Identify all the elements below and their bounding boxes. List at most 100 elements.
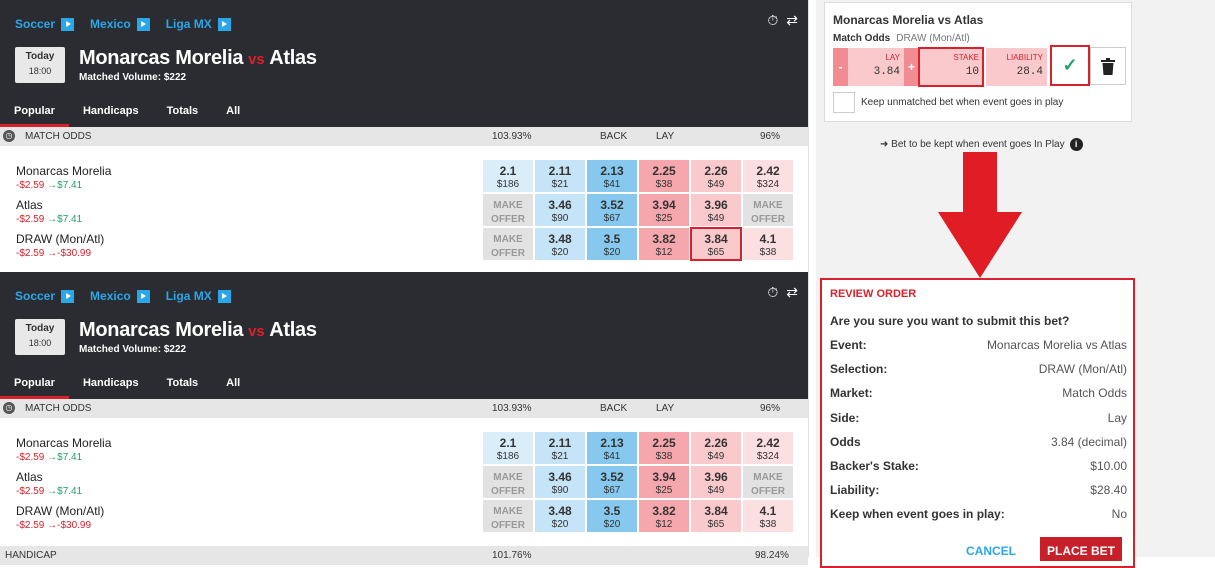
tab-totals[interactable]: Totals bbox=[153, 104, 213, 127]
lay-odds-cell[interactable]: 2.25 $38 bbox=[639, 160, 689, 192]
odds-price: 3.94 bbox=[652, 470, 676, 484]
offer-label: OFFER bbox=[491, 214, 525, 225]
keep-unmatched-checkbox[interactable] bbox=[833, 92, 855, 113]
odds-size: $65 bbox=[707, 519, 725, 530]
lay-odds-cell[interactable]: 3.82 $12 bbox=[639, 500, 689, 532]
runner-name: Monarcas Morelia bbox=[16, 164, 112, 178]
back-odds-cell[interactable]: 2.13 $41 bbox=[587, 160, 637, 192]
odds-size: $21 bbox=[551, 179, 569, 190]
odds-size: $41 bbox=[603, 179, 621, 190]
lay-odds-cell[interactable]: 3.84 $65 bbox=[691, 500, 741, 532]
panel-divider bbox=[808, 0, 809, 557]
make-offer-button[interactable]: MAKE OFFER bbox=[483, 466, 533, 498]
tab-totals[interactable]: Totals bbox=[153, 376, 213, 399]
make-offer-button[interactable]: MAKE OFFER bbox=[483, 194, 533, 226]
back-odds-cell[interactable]: 3.5 $20 bbox=[587, 228, 637, 260]
odds-increase-button[interactable]: + bbox=[904, 48, 919, 86]
stopwatch-icon[interactable]: ⏱ bbox=[767, 12, 778, 29]
keep-unmatched-label: Keep unmatched bet when event goes in pl… bbox=[861, 97, 1064, 108]
lay-odds-cell[interactable]: 3.94 $25 bbox=[639, 466, 689, 498]
review-row: Event: Monarcas Morelia vs Atlas bbox=[830, 338, 1127, 352]
info-icon[interactable]: i bbox=[1069, 138, 1083, 151]
vs-label: vs bbox=[248, 323, 265, 340]
breadcrumb-league[interactable]: Liga MX bbox=[166, 17, 231, 31]
lay-odds-cell[interactable]: 2.26 $49 bbox=[691, 160, 741, 192]
back-odds-cell[interactable]: 2.11 $21 bbox=[535, 432, 585, 464]
market-tabs: Popular Handicaps Totals All bbox=[0, 376, 254, 399]
odds-size: $324 bbox=[756, 179, 780, 190]
back-odds-cell[interactable]: 2.1 $186 bbox=[483, 432, 533, 464]
tab-handicaps[interactable]: Handicaps bbox=[69, 376, 153, 399]
lay-odds-cell[interactable]: 3.84 $65 bbox=[690, 227, 742, 261]
breadcrumb-sport[interactable]: Soccer bbox=[15, 289, 75, 303]
breadcrumb: Soccer Mexico Liga MX bbox=[15, 17, 231, 31]
delete-button[interactable] bbox=[1090, 47, 1126, 85]
odds-price: 2.25 bbox=[652, 436, 676, 450]
odds-price: 3.96 bbox=[704, 198, 728, 212]
lay-odds-cell[interactable]: 2.42 $324 bbox=[743, 432, 793, 464]
lay-odds-cell[interactable]: 2.25 $38 bbox=[639, 432, 689, 464]
odds-price: 2.1 bbox=[499, 164, 517, 178]
lay-odds-cell[interactable]: 3.94 $25 bbox=[639, 194, 689, 226]
breadcrumb-country[interactable]: Mexico bbox=[90, 289, 150, 303]
breadcrumb-league[interactable]: Liga MX bbox=[166, 289, 231, 303]
swap-icon[interactable]: ⇄ bbox=[786, 284, 798, 301]
back-odds-cell[interactable]: 2.1 $186 bbox=[483, 160, 533, 192]
lay-odds-field[interactable]: LAY 3.84 bbox=[848, 48, 904, 86]
tab-handicaps[interactable]: Handicaps bbox=[69, 104, 153, 127]
stopwatch-icon[interactable]: ⏱ bbox=[767, 284, 778, 301]
make-offer-button[interactable]: MAKE OFFER bbox=[483, 500, 533, 532]
back-odds-cell[interactable]: 3.5 $20 bbox=[587, 500, 637, 532]
vs-label: vs bbox=[248, 51, 265, 68]
odds-price: 4.1 bbox=[759, 504, 777, 518]
swap-icon[interactable]: ⇄ bbox=[786, 12, 798, 29]
review-row: Keep when event goes in play: No bbox=[830, 507, 1127, 521]
tab-all[interactable]: All bbox=[212, 104, 254, 127]
odds-size: $324 bbox=[756, 451, 780, 462]
stake-field[interactable]: STAKE 10 bbox=[918, 47, 984, 87]
make-offer-button[interactable]: MAKE OFFER bbox=[743, 194, 793, 226]
lay-percentage: 96% bbox=[760, 403, 781, 414]
tab-popular[interactable]: Popular bbox=[0, 104, 69, 127]
make-offer-button[interactable]: MAKE OFFER bbox=[743, 466, 793, 498]
make-offer-button[interactable]: MAKE OFFER bbox=[483, 228, 533, 260]
odds-decrease-button[interactable]: - bbox=[833, 48, 848, 86]
trash-icon bbox=[1101, 57, 1115, 75]
back-odds-cell[interactable]: 3.48 $20 bbox=[535, 500, 585, 532]
offer-label: OFFER bbox=[491, 248, 525, 259]
runner-row: Atlas -$2.59 →$7.41 bbox=[16, 198, 82, 225]
back-odds-cell[interactable]: 2.11 $21 bbox=[535, 160, 585, 192]
odds-size: $12 bbox=[655, 247, 673, 258]
tab-all[interactable]: All bbox=[212, 376, 254, 399]
lay-odds-cell[interactable]: 4.1 $38 bbox=[743, 228, 793, 260]
stopwatch-icon: ◷ bbox=[3, 402, 15, 414]
place-bet-button[interactable]: PLACE BET bbox=[1040, 537, 1122, 561]
confirm-check-button[interactable]: ✓ bbox=[1050, 45, 1090, 86]
breadcrumb-sport[interactable]: Soccer bbox=[15, 17, 75, 31]
lay-odds-cell[interactable]: 3.82 $12 bbox=[639, 228, 689, 260]
lay-odds-cell[interactable]: 3.96 $49 bbox=[691, 194, 741, 226]
back-odds-cell[interactable]: 3.46 $90 bbox=[535, 466, 585, 498]
tab-popular[interactable]: Popular bbox=[0, 376, 69, 399]
play-icon bbox=[61, 17, 75, 31]
profit-loss: -$2.59 →-$30.99 bbox=[16, 248, 92, 259]
odds-price: 2.11 bbox=[548, 436, 572, 450]
cancel-button[interactable]: CANCEL bbox=[947, 537, 1035, 561]
back-odds-cell[interactable]: 2.13 $41 bbox=[587, 432, 637, 464]
lay-odds-cell[interactable]: 4.1 $38 bbox=[743, 500, 793, 532]
breadcrumb-country[interactable]: Mexico bbox=[90, 17, 150, 31]
runner-row: DRAW (Mon/Atl) -$2.59 →-$30.99 bbox=[16, 232, 104, 259]
back-odds-cell[interactable]: 3.46 $90 bbox=[535, 194, 585, 226]
lay-odds-cell[interactable]: 2.26 $49 bbox=[691, 432, 741, 464]
runner-name: Atlas bbox=[16, 198, 43, 212]
back-odds-cell[interactable]: 3.48 $20 bbox=[535, 228, 585, 260]
odds-size: $20 bbox=[603, 519, 621, 530]
profit-loss: -$2.59 →$7.41 bbox=[16, 180, 83, 191]
back-odds-cell[interactable]: 3.52 $67 bbox=[587, 194, 637, 226]
review-title: REVIEW ORDER bbox=[830, 288, 917, 300]
lay-odds-cell[interactable]: 3.96 $49 bbox=[691, 466, 741, 498]
lay-odds-cell[interactable]: 2.42 $324 bbox=[743, 160, 793, 192]
odds-size: $49 bbox=[707, 451, 725, 462]
back-odds-cell[interactable]: 3.52 $67 bbox=[587, 466, 637, 498]
odds-size: $20 bbox=[551, 519, 569, 530]
